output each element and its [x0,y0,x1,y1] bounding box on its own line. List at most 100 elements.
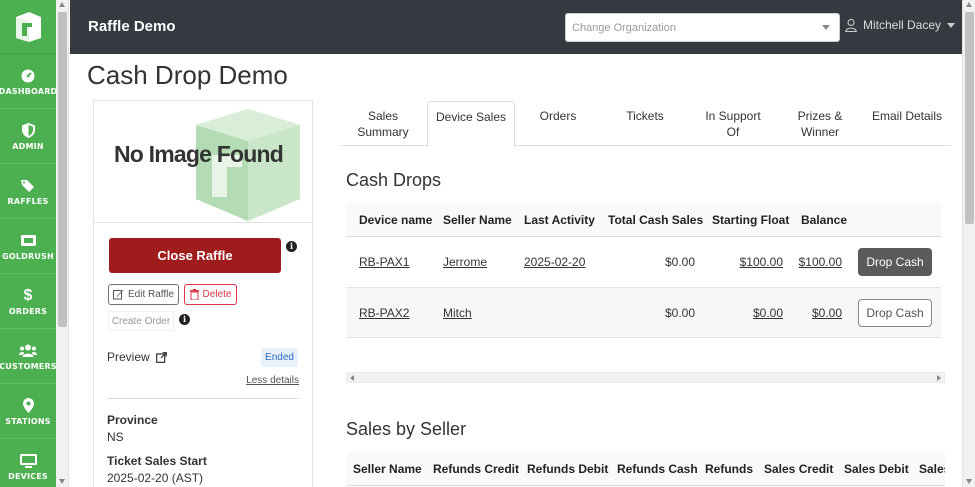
device-name-link[interactable]: RB-PAX2 [359,288,409,337]
column-header[interactable]: Sales Credit [764,452,833,485]
user-name: Mitchell Dacey [863,18,942,32]
preview-link[interactable]: Preview [107,350,167,364]
sidebar-item-label: GOLDRUSH [2,251,54,261]
dollar-icon: $ [23,286,33,304]
table-row: RB-PAX2 Mitch $0.00 $0.00 $0.00 Drop Cas… [346,288,941,338]
scroll-left-icon[interactable] [350,375,354,381]
user-menu[interactable]: Mitchell Dacey [845,18,956,32]
user-icon [845,18,857,32]
info-icon[interactable]: i [286,241,297,252]
sidebar-item-label: ADMIN [12,141,44,151]
main-scroll-thumb[interactable] [965,12,974,224]
tab-label: Email Details [871,109,943,123]
external-link-icon [155,351,167,363]
sidebar-scrollbar[interactable] [56,0,69,487]
drop-cash-button[interactable]: Drop Cash [858,299,932,327]
top-navbar: Raffle Demo Change Organization Mitchell… [70,0,962,54]
tab-email-details[interactable]: Email Details [863,101,951,146]
column-header[interactable]: Total Cash Sales [608,203,703,237]
sidebar: DASHBOARD ADMIN RAFFLES GOLDRUSH $ ORDER… [0,0,56,487]
sidebar-item-label: DASHBOARD [0,86,56,96]
starting-float-link[interactable]: $100.00 [712,237,783,287]
scroll-right-icon[interactable] [937,375,941,381]
edit-raffle-button[interactable]: Edit Raffle [108,284,179,305]
column-header[interactable]: Balance [801,203,847,237]
column-header[interactable]: Refunds [705,452,753,485]
province-label: Province [107,413,158,427]
column-header[interactable]: Refunds Cash [617,452,698,485]
edit-raffle-label: Edit Raffle [128,289,174,300]
edit-icon [113,290,124,300]
no-image-text: No Image Found [114,141,284,167]
sidebar-item-customers[interactable]: CUSTOMERS [0,329,56,384]
caret-down-icon [947,22,956,28]
balance-link[interactable]: $100.00 [799,237,842,287]
create-order-button[interactable]: Create Order [108,311,174,331]
less-details-link[interactable]: Less details [246,375,299,386]
column-header[interactable]: Starting Float [712,203,789,237]
dashboard-icon [21,67,35,85]
delete-button[interactable]: Delete [184,284,237,305]
total-cash-sales: $0.00 [664,305,695,320]
sidebar-item-admin[interactable]: ADMIN [0,109,56,164]
sidebar-item-orders[interactable]: $ ORDERS [0,274,56,329]
tab-label: Sales Summary [357,109,409,139]
raffle-card: No Image Found Close Raffle i Edit Raffl… [93,100,313,487]
column-header[interactable]: Refunds Debit [527,452,608,485]
users-icon [19,342,37,360]
close-raffle-button[interactable]: Close Raffle [109,238,281,273]
column-header[interactable]: Device name [359,203,432,237]
balance-link[interactable]: $0.00 [801,288,842,337]
tab-in-support-of[interactable]: In Support Of [689,101,777,146]
column-header[interactable]: Sales Debit [844,452,909,485]
scroll-up-icon[interactable] [59,2,65,7]
status-badge: Ended [261,348,298,367]
tab-prizes-winner[interactable]: Prizes & Winner [777,101,863,146]
info-icon[interactable]: i [179,314,190,325]
scroll-down-icon[interactable] [966,479,972,484]
province-value: NS [107,430,124,444]
seller-name-link[interactable]: Mitch [443,288,472,337]
ticket-sales-start-label: Ticket Sales Start [107,454,207,468]
total-cash-sales: $0.00 [664,255,695,269]
tags-icon [20,177,36,195]
scroll-up-icon[interactable] [966,2,972,7]
cash-drops-header: Device name Seller Name Last Activity To… [346,203,941,237]
column-header[interactable]: Seller Name [443,203,512,237]
sidebar-item-raffles[interactable]: RAFFLES [0,164,56,219]
scroll-down-icon[interactable] [59,479,65,484]
sidebar-item-label: DEVICES [8,471,48,481]
sidebar-item-stations[interactable]: STATIONS [0,384,56,439]
sidebar-item-devices[interactable]: DEVICES [0,439,56,487]
column-header[interactable]: Sales [919,452,945,485]
table-horizontal-scrollbar[interactable] [346,372,945,383]
sidebar-item-goldrush[interactable]: GOLDRUSH [0,219,56,274]
column-header[interactable]: Seller Name [353,452,422,485]
page-title: Cash Drop Demo [87,60,288,90]
tab-device-sales[interactable]: Device Sales [427,101,515,147]
starting-float-link[interactable]: $0.00 [712,288,783,337]
column-header[interactable]: Last Activity [524,203,595,237]
sidebar-scroll-thumb[interactable] [58,12,67,327]
app-title: Raffle Demo [88,18,176,35]
tab-label: Orders [539,109,577,123]
main-scrollbar[interactable] [962,0,975,487]
last-activity-link[interactable]: 2025-02-20 [524,237,585,287]
tab-tickets[interactable]: Tickets [601,101,689,146]
column-header[interactable]: Refunds Credit [433,452,519,485]
change-organization-select[interactable]: Change Organization [565,13,840,42]
trash-icon [189,289,199,300]
shield-icon [21,122,35,140]
device-name-link[interactable]: RB-PAX1 [359,237,409,287]
ticket-sales-start-value: 2025-02-20 (AST) [107,471,204,485]
monitor-icon [19,452,37,470]
tab-label: Device Sales [435,110,507,124]
drop-cash-button[interactable]: Drop Cash [858,248,932,276]
table-row: RB-PAX1 Jerrome 2025-02-20 $0.00 $100.00… [346,237,941,288]
seller-name-link[interactable]: Jerrome [443,237,487,287]
sidebar-item-dashboard[interactable]: DASHBOARD [0,54,56,109]
tab-orders[interactable]: Orders [515,101,601,146]
app-logo[interactable] [0,0,56,54]
tab-sales-summary[interactable]: Sales Summary [341,101,425,146]
map-pin-icon [22,397,34,415]
